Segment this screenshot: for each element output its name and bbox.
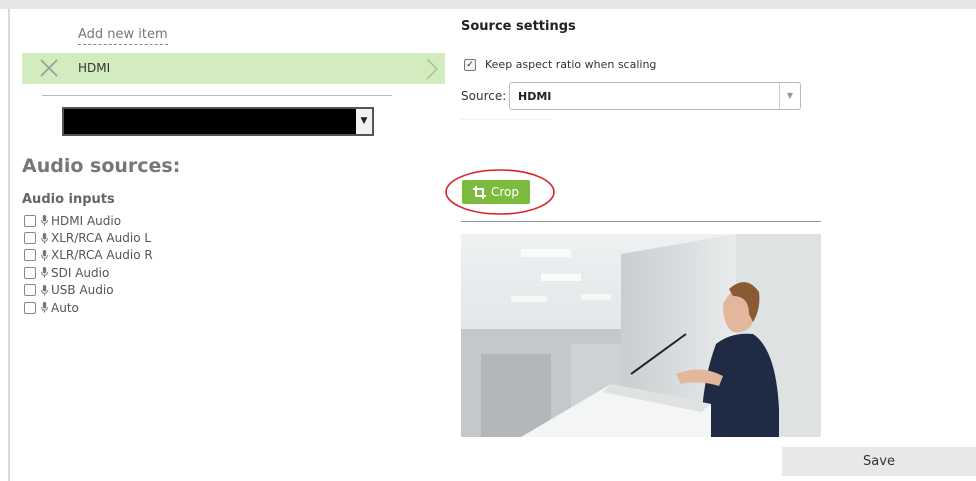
audio-input-label: HDMI Audio <box>51 213 122 228</box>
divider <box>42 95 392 96</box>
video-preview-image <box>461 234 821 437</box>
crop-icon <box>472 185 486 199</box>
microphone-icon <box>41 249 48 261</box>
audio-input-item: SDI Audio <box>24 264 153 281</box>
audio-input-label: USB Audio <box>51 283 114 298</box>
audio-input-item: Auto <box>24 299 153 316</box>
source-label: Source: <box>461 89 507 103</box>
audio-input-label: XLR/RCA Audio L <box>51 231 152 246</box>
microphone-icon <box>41 302 48 313</box>
audio-input-item: HDMI Audio <box>24 212 153 229</box>
audio-input-checkbox[interactable] <box>24 266 36 279</box>
keep-aspect-label: Keep aspect ratio when scaling <box>485 58 657 71</box>
left-frame-border <box>8 9 10 481</box>
close-icon[interactable] <box>39 58 59 78</box>
microphone-icon <box>41 232 48 244</box>
audio-input-checkbox[interactable] <box>24 284 36 297</box>
keep-aspect-row: Keep aspect ratio when scaling <box>464 58 656 71</box>
audio-input-label: SDI Audio <box>51 265 110 280</box>
microphone-icon <box>41 215 48 226</box>
audio-sources-heading: Audio sources: <box>22 155 181 177</box>
audio-input-checkbox[interactable] <box>24 301 36 314</box>
add-new-item-link[interactable]: Add new item <box>78 27 168 45</box>
audio-input-item: XLR/RCA Audio L <box>24 229 153 246</box>
chevron-down-icon: ▼ <box>356 109 372 134</box>
audio-inputs-heading: Audio inputs <box>22 192 115 207</box>
audio-input-list: HDMI Audio XLR/RCA Audio L XLR/RCA Audio… <box>24 212 153 316</box>
microphone-icon <box>41 267 48 279</box>
source-select[interactable]: HDMI ▼ <box>509 82 801 110</box>
audio-input-label: Auto <box>51 300 79 315</box>
source-item-label: HDMI <box>78 61 111 75</box>
top-frame-border <box>0 0 976 9</box>
divider <box>461 119 551 120</box>
keep-aspect-checkbox[interactable] <box>464 58 476 71</box>
crop-button-label: Crop <box>490 185 519 199</box>
audio-input-item: XLR/RCA Audio R <box>24 247 153 264</box>
crop-button[interactable]: Crop <box>462 180 530 204</box>
microphone-icon <box>41 284 48 296</box>
source-settings-heading: Source settings <box>461 19 576 34</box>
chevron-down-icon: ▼ <box>779 83 800 109</box>
audio-input-item: USB Audio <box>24 282 153 299</box>
audio-input-checkbox[interactable] <box>24 232 36 245</box>
source-select-value: HDMI <box>518 90 552 103</box>
divider <box>461 221 821 222</box>
save-button[interactable]: Save <box>782 447 976 476</box>
layout-select[interactable]: ▼ <box>62 107 374 136</box>
audio-input-checkbox[interactable] <box>24 249 36 262</box>
audio-input-checkbox[interactable] <box>24 214 36 227</box>
source-item-hdmi[interactable]: HDMI <box>22 53 445 84</box>
chevron-right-icon[interactable] <box>425 57 439 81</box>
audio-input-label: XLR/RCA Audio R <box>51 248 153 263</box>
